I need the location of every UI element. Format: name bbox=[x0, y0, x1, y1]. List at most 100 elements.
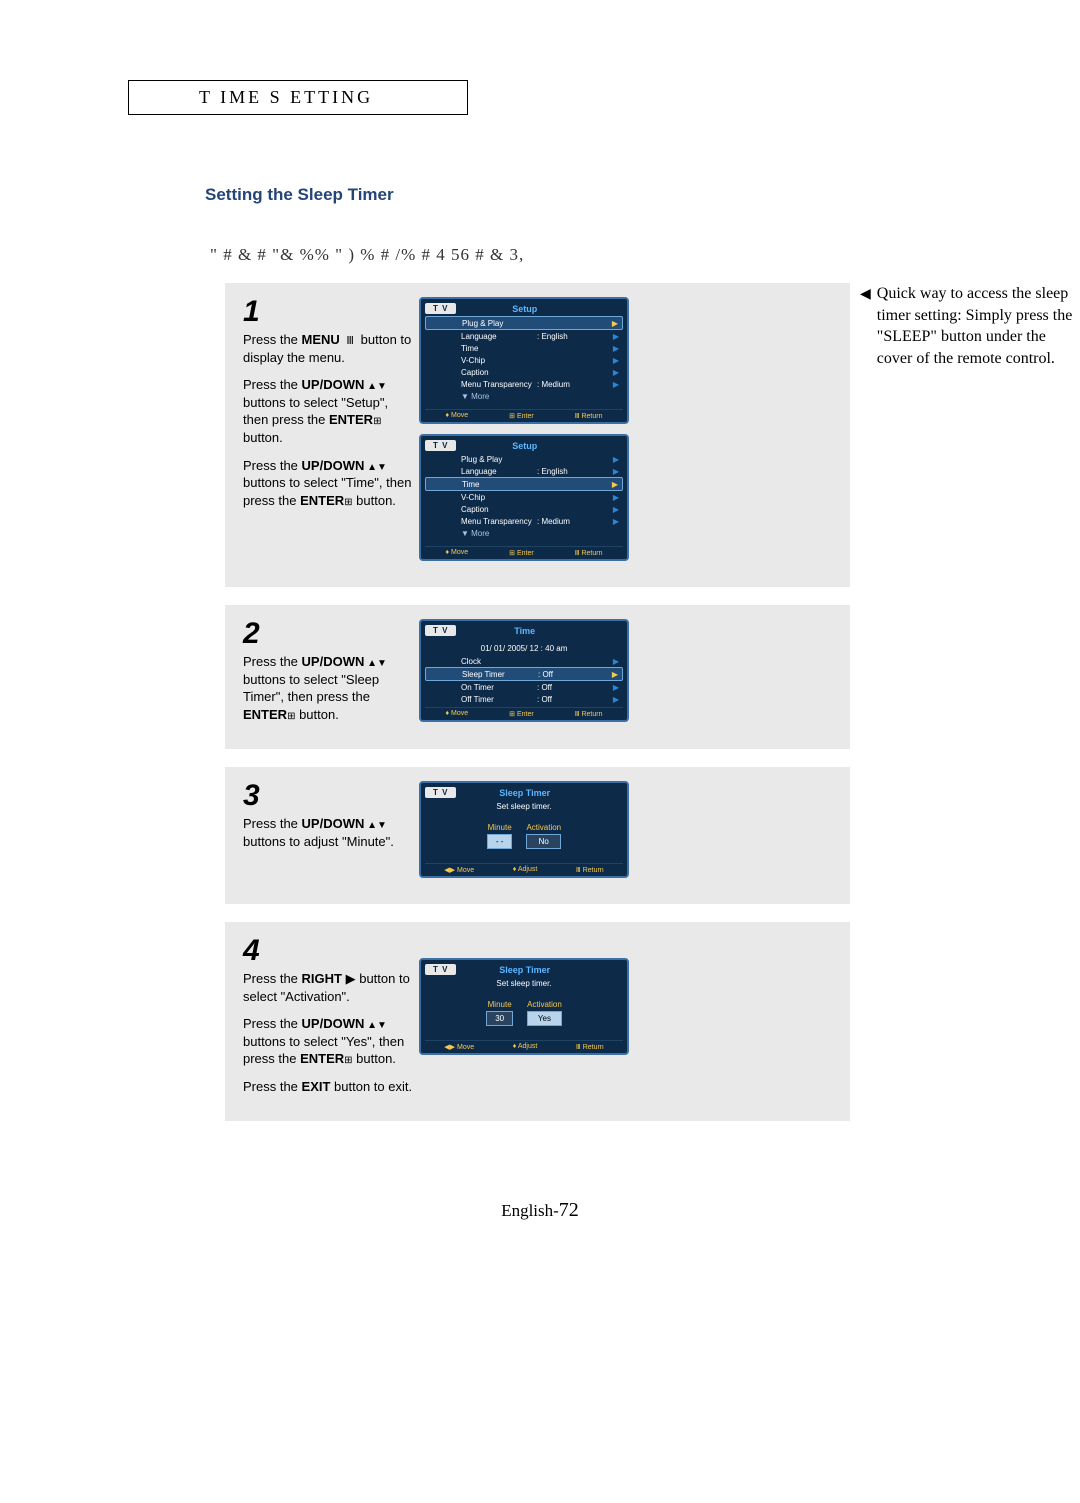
t: Press the bbox=[243, 458, 302, 473]
step-3: 3 Press the UP/DOWN ▲▼ buttons to adjust… bbox=[225, 767, 850, 904]
sleep-cols: Minute - - Activation No bbox=[425, 819, 623, 861]
sleep-minute-col: Minute - - bbox=[487, 823, 513, 849]
step-3-screens: T V Sleep Timer Set sleep timer. Minute … bbox=[419, 781, 629, 888]
osd-row-vchip: V-Chip▶ bbox=[425, 491, 623, 503]
lead-line: " # & # "& %% " ) % # /% # 4 56 # & 3, bbox=[210, 245, 1080, 265]
v: : Off bbox=[537, 695, 613, 704]
v: : Off bbox=[537, 683, 613, 692]
v: : Medium bbox=[537, 517, 613, 526]
hint-adjust: ♦ Adjust bbox=[513, 1043, 538, 1051]
sleep-cols: Minute 30 Activation Yes bbox=[425, 996, 623, 1038]
l: Caption bbox=[461, 505, 537, 514]
step-1-screens: T V Setup Plug & Play▶ Language: English… bbox=[419, 297, 629, 571]
step-4: 4 Press the RIGHT ▶ button to select "Ac… bbox=[225, 922, 850, 1121]
l: Language bbox=[461, 332, 537, 341]
sleep-activation-col: Activation No bbox=[526, 823, 561, 849]
tv-badge: T V bbox=[425, 625, 456, 636]
step-2-text: 2 Press the UP/DOWN ▲▼ buttons to select… bbox=[243, 619, 413, 733]
updown-icon: ▲▼ bbox=[364, 658, 387, 669]
step-4-text: 4 Press the RIGHT ▶ button to select "Ac… bbox=[243, 936, 413, 1105]
osd-row-caption: Caption▶ bbox=[425, 503, 623, 515]
hint-enter: ⊞ Enter bbox=[509, 710, 534, 718]
osd-row-lang: Language: English▶ bbox=[425, 465, 623, 477]
l: Activation bbox=[526, 823, 561, 832]
step-1: 1 Press the MENU Ⅲ button to display the… bbox=[225, 283, 850, 587]
osd-setup-1: T V Setup Plug & Play▶ Language: English… bbox=[419, 297, 629, 424]
manual-page: T IME S ETTING Setting the Sleep Timer "… bbox=[0, 0, 1080, 1282]
chevron-right-icon: ▶ bbox=[613, 517, 619, 526]
tv-badge: T V bbox=[425, 964, 456, 975]
osd-time: T V Time 01/ 01/ 2005/ 12 : 40 am Clock▶… bbox=[419, 619, 629, 722]
l: Sleep Timer bbox=[462, 670, 538, 679]
content-wrap: 1 Press the MENU Ⅲ button to display the… bbox=[0, 283, 1080, 1139]
t: buttons to select "Sleep Timer", then pr… bbox=[243, 672, 379, 705]
l: Activation bbox=[527, 1000, 562, 1009]
activation-value: Yes bbox=[527, 1011, 562, 1026]
chevron-right-icon: ▶ bbox=[613, 380, 619, 389]
page-num-value: 72 bbox=[559, 1199, 579, 1221]
tip-column: ◀ Quick way to access the sleep timer se… bbox=[860, 283, 1080, 369]
t: MENU bbox=[302, 332, 340, 347]
l: Language bbox=[461, 467, 537, 476]
tv-badge: T V bbox=[425, 440, 456, 451]
chevron-right-icon: ▶ bbox=[613, 368, 619, 377]
t: UP/DOWN bbox=[302, 654, 365, 669]
l: Menu Transparency bbox=[461, 380, 537, 389]
osd-row-mtrans: Menu Transparency: Medium▶ bbox=[425, 378, 623, 390]
hint-move: ♦ Move bbox=[446, 549, 469, 557]
t: UP/DOWN bbox=[302, 816, 365, 831]
chevron-right-icon: ▶ bbox=[613, 332, 619, 341]
chevron-right-icon: ▶ bbox=[612, 480, 618, 489]
osd-row-sleeptimer: Sleep Timer: Off▶ bbox=[425, 667, 623, 681]
osd-row-plug: Plug & Play ▶ bbox=[425, 316, 623, 330]
hint-enter: ⊞ Enter bbox=[509, 412, 534, 420]
hint-return: Ⅲ Return bbox=[575, 412, 603, 420]
osd-footer: ♦ Move ⊞ Enter Ⅲ Return bbox=[425, 707, 623, 718]
l: Time bbox=[461, 344, 537, 353]
t: Press the bbox=[243, 1079, 302, 1094]
t: Press the bbox=[243, 1016, 302, 1031]
chevron-right-icon: ▶ bbox=[613, 455, 619, 464]
section-header: T IME S ETTING bbox=[199, 87, 373, 107]
t: buttons to adjust "Minute". bbox=[243, 834, 394, 849]
osd-title: Time bbox=[456, 626, 593, 636]
l: V-Chip bbox=[461, 356, 537, 365]
t: button. bbox=[243, 430, 283, 445]
hint-move: ◀▶ Move bbox=[444, 1043, 474, 1051]
chevron-right-icon: ▶ bbox=[613, 493, 619, 502]
t: Press the bbox=[243, 816, 302, 831]
osd-footer: ♦ Move ⊞ Enter Ⅲ Return bbox=[425, 546, 623, 557]
osd-setsleep: Set sleep timer. bbox=[425, 800, 623, 819]
enter-icon: ⊞ bbox=[373, 416, 381, 427]
osd-title: Sleep Timer bbox=[456, 965, 593, 975]
osd-row-offtimer: Off Timer: Off▶ bbox=[425, 693, 623, 705]
l: Time bbox=[462, 480, 538, 489]
tv-badge: T V bbox=[425, 303, 456, 314]
t: UP/DOWN bbox=[302, 458, 365, 473]
updown-icon: ▲▼ bbox=[364, 381, 387, 392]
l: Plug & Play bbox=[462, 319, 538, 328]
osd-sleep-2: T V Sleep Timer Set sleep timer. Minute … bbox=[419, 958, 629, 1055]
l: Minute bbox=[486, 1000, 513, 1009]
t: button. bbox=[295, 707, 338, 722]
hint-return: Ⅲ Return bbox=[576, 866, 604, 874]
subheading: Setting the Sleep Timer bbox=[205, 185, 1080, 205]
v: : Medium bbox=[537, 380, 613, 389]
tip-row: ◀ Quick way to access the sleep timer se… bbox=[860, 283, 1080, 369]
chevron-right-icon: ▶ bbox=[613, 467, 619, 476]
step-2-number: 2 bbox=[243, 619, 413, 649]
osd-row-caption: Caption▶ bbox=[425, 366, 623, 378]
osd-more: ▼ More bbox=[425, 390, 623, 407]
l: Menu Transparency bbox=[461, 517, 537, 526]
t: RIGHT bbox=[302, 971, 342, 986]
t: Press the bbox=[243, 654, 302, 669]
osd-more: ▼ More bbox=[425, 527, 623, 544]
chevron-right-icon: ▶ bbox=[613, 657, 619, 666]
t: ENTER bbox=[329, 412, 373, 427]
chevron-right-icon: ▶ bbox=[612, 319, 618, 328]
step-2-screens: T V Time 01/ 01/ 2005/ 12 : 40 am Clock▶… bbox=[419, 619, 629, 732]
t: ENTER bbox=[300, 1051, 344, 1066]
sleep-activation-col: Activation Yes bbox=[527, 1000, 562, 1026]
osd-sleep-1: T V Sleep Timer Set sleep timer. Minute … bbox=[419, 781, 629, 878]
updown-icon: ▲▼ bbox=[364, 462, 387, 473]
